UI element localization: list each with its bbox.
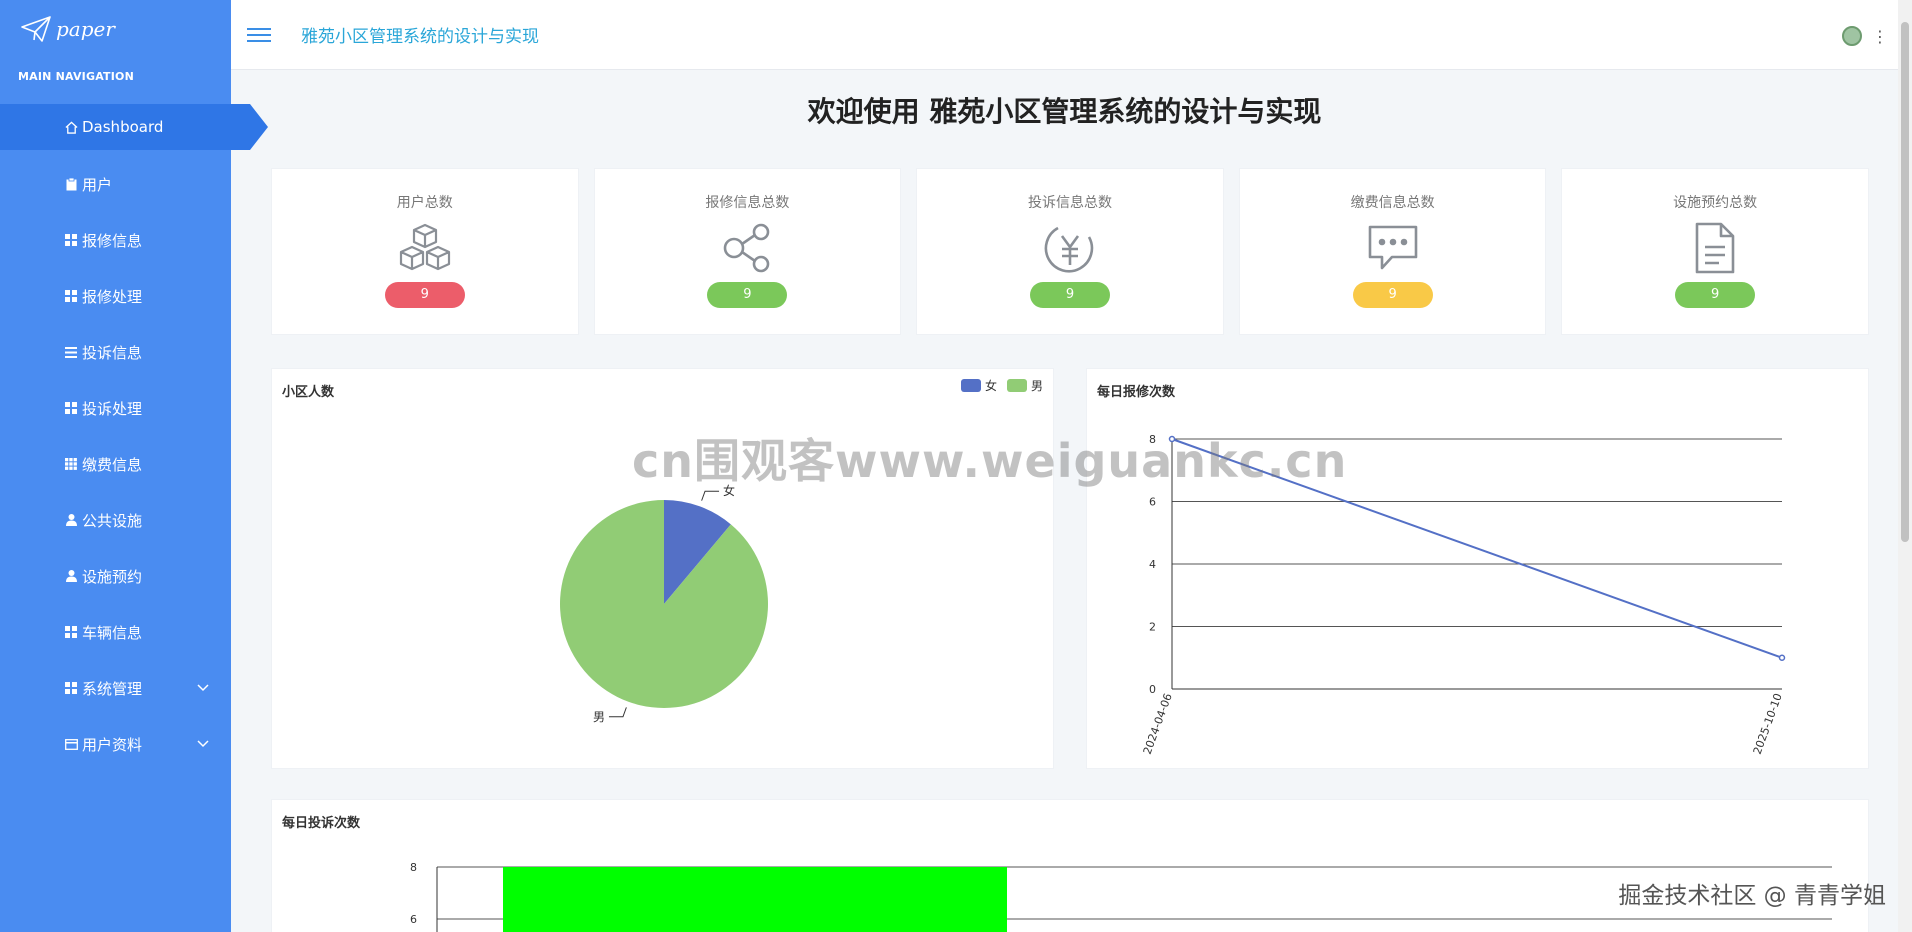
sidebar-item-label: 用户 xyxy=(82,175,113,194)
top-right-actions: ⋮ xyxy=(1842,26,1888,46)
grid-icon xyxy=(64,401,78,415)
sidebar-item-label: 设施预约 xyxy=(82,567,143,586)
menu-toggle-icon[interactable] xyxy=(247,24,271,46)
pie-label-line xyxy=(608,707,627,718)
sidebar-item-repair-handle[interactable]: 报修处理 xyxy=(0,268,231,324)
x-tick-label: 2025-10-10 xyxy=(1751,692,1785,757)
yen-icon xyxy=(917,218,1223,278)
stat-card-label: 投诉信息总数 xyxy=(1027,195,1112,211)
y-tick-label: 2 xyxy=(1149,621,1156,634)
stat-card-payments: 缴费信息总数 9 xyxy=(1238,168,1547,335)
sidebar: paper MAIN NAVIGATION Dashboard 用户 报修信息 … xyxy=(0,0,268,932)
share-icon xyxy=(595,218,901,278)
avatar[interactable] xyxy=(1842,26,1862,46)
grid-icon xyxy=(64,681,78,695)
stat-card-label: 用户总数 xyxy=(396,195,453,211)
stat-card-users: 用户总数 9 xyxy=(271,168,579,335)
pie-slice-label: 男 xyxy=(593,710,605,724)
stat-card-value: 9 xyxy=(1675,282,1756,308)
stat-card-value: 9 xyxy=(707,282,788,308)
stat-card-value: 9 xyxy=(384,282,465,308)
watermark-text: cn围观客www.weiguankc.cn xyxy=(632,434,1348,488)
user-icon xyxy=(64,569,78,583)
sidebar-item-vehicle-info[interactable]: 车辆信息 xyxy=(0,604,231,660)
brand-name: paper xyxy=(56,17,115,41)
bar-chart-panel: 每日投诉次数 68 xyxy=(271,799,1869,932)
home-icon xyxy=(64,120,78,134)
welcome-heading: 欢迎使用 雅苑小区管理系统的设计与实现 xyxy=(807,95,1322,128)
user-icon xyxy=(64,513,78,527)
sidebar-item-complaint-handle[interactable]: 投诉处理 xyxy=(0,380,231,436)
clipboard-icon xyxy=(64,177,78,191)
chevron-down-icon xyxy=(197,737,209,751)
grid-icon xyxy=(64,233,78,247)
pie-label-line xyxy=(701,490,720,501)
table-icon xyxy=(64,457,78,471)
stat-card-value: 9 xyxy=(1029,282,1110,308)
sidebar-item-complaint-info[interactable]: 投诉信息 xyxy=(0,324,231,380)
scrollbar-thumb[interactable] xyxy=(1901,22,1909,542)
y-tick-label: 4 xyxy=(1149,558,1156,571)
card-icon xyxy=(64,737,78,751)
paper-plane-icon xyxy=(21,16,51,42)
sidebar-item-label: 用户资料 xyxy=(82,735,143,754)
stat-card-complaints: 投诉信息总数 9 xyxy=(916,168,1224,335)
sidebar-item-payment-info[interactable]: 缴费信息 xyxy=(0,436,231,492)
sidebar-item-dashboard[interactable]: Dashboard xyxy=(0,104,268,150)
document-icon xyxy=(1562,218,1868,278)
stat-cards: 用户总数 9 报修信息总数 9 投诉信息总数 9 缴费信息总数 9 设施预约总数… xyxy=(271,168,1869,335)
scrollbar[interactable] xyxy=(1898,0,1912,932)
sidebar-item-label: 投诉处理 xyxy=(82,399,143,418)
sidebar-item-label: 报修处理 xyxy=(82,287,143,306)
sidebar-item-repair-info[interactable]: 报修信息 xyxy=(0,212,231,268)
sidebar-item-facility-booking[interactable]: 设施预约 xyxy=(0,548,231,604)
nav-header: MAIN NAVIGATION xyxy=(18,70,135,83)
topbar: 雅苑小区管理系统的设计与实现 ⋮ xyxy=(231,0,1912,70)
stat-card-bookings: 设施预约总数 9 xyxy=(1561,168,1869,335)
stat-card-repairs: 报修信息总数 9 xyxy=(593,168,902,335)
line-point xyxy=(1778,654,1786,661)
bar-0 xyxy=(503,867,1007,932)
sidebar-item-system-management[interactable]: 系统管理 xyxy=(0,660,231,716)
chevron-down-icon xyxy=(197,681,209,695)
stat-card-label: 报修信息总数 xyxy=(705,195,790,211)
footer-watermark: 掘金技术社区 @ 青青学姐 xyxy=(1618,883,1886,909)
stat-card-label: 缴费信息总数 xyxy=(1350,195,1435,211)
x-tick-label: 2024-04-06 xyxy=(1141,692,1175,757)
y-tick-label: 8 xyxy=(410,861,417,874)
sidebar-item-label: 车辆信息 xyxy=(82,623,143,642)
y-tick-label: 6 xyxy=(410,913,417,926)
sidebar-item-label: 报修信息 xyxy=(82,231,143,250)
sidebar-item-label: Dashboard xyxy=(82,118,164,136)
sidebar-item-users[interactable]: 用户 xyxy=(0,156,231,212)
sidebar-item-label: 系统管理 xyxy=(82,679,143,698)
grid-icon xyxy=(64,289,78,303)
system-title: 雅苑小区管理系统的设计与实现 xyxy=(301,27,539,47)
brand[interactable]: paper xyxy=(0,0,231,58)
sidebar-item-label: 缴费信息 xyxy=(82,455,143,474)
sidebar-item-user-profile[interactable]: 用户资料 xyxy=(0,716,231,772)
y-tick-label: 0 xyxy=(1149,683,1156,696)
sidebar-item-public-facilities[interactable]: 公共设施 xyxy=(0,492,231,548)
stat-card-label: 设施预约总数 xyxy=(1673,195,1758,211)
sidebar-nav: Dashboard 用户 报修信息 报修处理 投诉信息 投诉处理 缴费信息 公共… xyxy=(0,104,268,772)
sidebar-item-label: 投诉信息 xyxy=(82,343,143,362)
more-options-icon[interactable]: ⋮ xyxy=(1872,27,1888,46)
bar-chart: 68 xyxy=(410,861,1832,932)
sidebar-item-label: 公共设施 xyxy=(82,511,143,530)
stat-card-value: 9 xyxy=(1352,282,1433,308)
y-tick-label: 6 xyxy=(1149,496,1156,509)
grid-icon xyxy=(64,625,78,639)
list-icon xyxy=(64,345,78,359)
chat-icon xyxy=(1240,218,1546,278)
cubes-icon xyxy=(272,218,578,278)
